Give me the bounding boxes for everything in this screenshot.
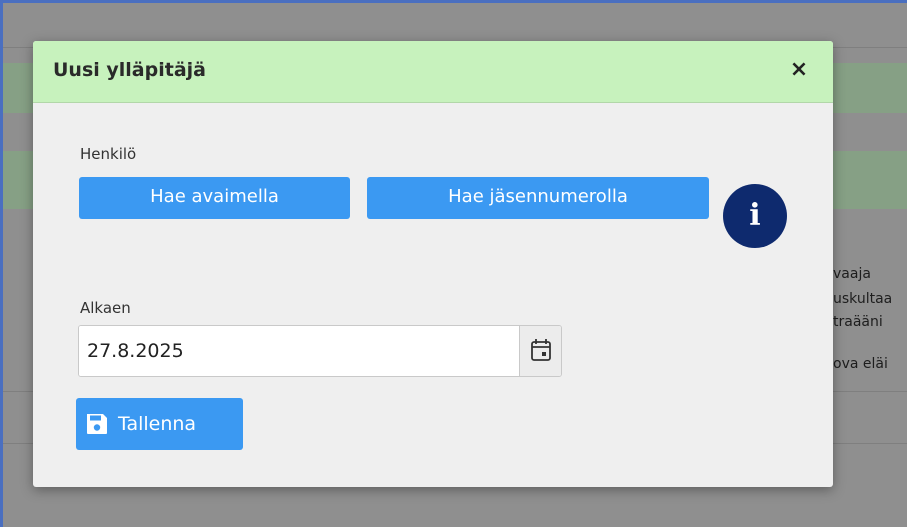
save-button[interactable]: Tallenna xyxy=(76,398,243,450)
info-icon: i xyxy=(749,198,761,233)
calendar-icon xyxy=(531,339,551,361)
background-text: vaaja xyxy=(833,266,871,282)
dialog-header: Uusi ylläpitäjä × xyxy=(33,41,833,103)
floppy-disk-icon xyxy=(87,414,107,434)
calendar-button[interactable] xyxy=(519,326,561,376)
background-text: traääni xyxy=(833,314,883,330)
close-icon: × xyxy=(789,57,809,82)
start-date-label: Alkaen xyxy=(80,299,131,317)
save-button-label: Tallenna xyxy=(118,413,197,435)
search-by-key-button[interactable]: Hae avaimella xyxy=(79,177,350,219)
background-text: ova eläi xyxy=(833,356,888,372)
close-button[interactable]: × xyxy=(787,57,811,83)
new-admin-dialog: Uusi ylläpitäjä × Henkilö Hae avaimella … xyxy=(33,41,833,487)
background-text: uskultaa xyxy=(833,291,893,307)
person-label: Henkilö xyxy=(80,145,137,163)
start-date-input[interactable] xyxy=(79,326,519,376)
dialog-title: Uusi ylläpitäjä xyxy=(53,59,206,81)
search-by-member-number-button[interactable]: Hae jäsennumerolla xyxy=(367,177,709,219)
info-button[interactable]: i xyxy=(723,184,787,248)
start-date-field xyxy=(78,325,562,377)
